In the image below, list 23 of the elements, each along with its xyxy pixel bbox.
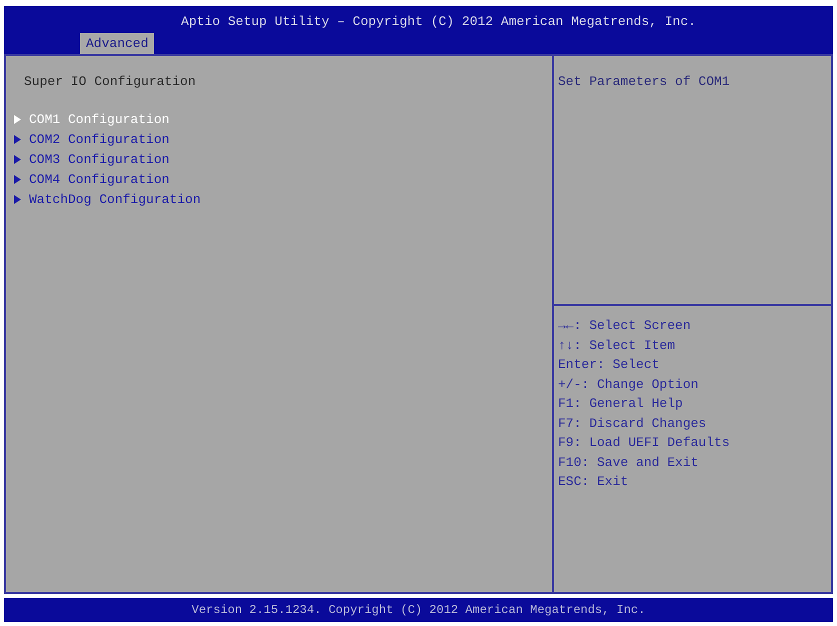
- help-text: Set Parameters of COM1: [558, 73, 731, 91]
- key-legend: Enter: Select: [558, 355, 831, 374]
- version-text: Version 2.15.1234. Copyright (C) 2012 American Megatrends, Inc.: [192, 602, 646, 619]
- triangle-icon: [14, 135, 21, 144]
- triangle-icon: [14, 115, 21, 124]
- key-legend: F10: Save and Exit: [558, 452, 831, 472]
- triangle-icon: [14, 155, 21, 164]
- key-legend: F9: Load UEFI Defaults: [558, 433, 831, 452]
- key-legend: F7: Discard Changes: [558, 414, 831, 433]
- submenu-item[interactable]: COM3 Configuration: [29, 150, 170, 170]
- submenu-item[interactable]: COM2 Configuration: [29, 130, 170, 150]
- key-legend: →←: Select Screen: [558, 316, 831, 336]
- submenu-item[interactable]: COM4 Configuration: [29, 170, 170, 190]
- key-legend: ESC: Exit: [558, 472, 831, 492]
- submenu-item[interactable]: WatchDog Configuration: [29, 190, 201, 210]
- triangle-icon: [14, 195, 21, 204]
- triangle-icon: [14, 175, 21, 184]
- page-heading: Super IO Configuration: [24, 73, 197, 91]
- window-title: Aptio Setup Utility – Copyright (C) 2012 American Megatrends, Inc.: [180, 13, 697, 31]
- menu-tab[interactable]: Advanced: [80, 32, 154, 54]
- key-legend: F1: General Help: [558, 394, 831, 414]
- key-legend: ↑↓: Select Item: [558, 336, 831, 355]
- key-legend: +/-: Change Option: [558, 374, 831, 394]
